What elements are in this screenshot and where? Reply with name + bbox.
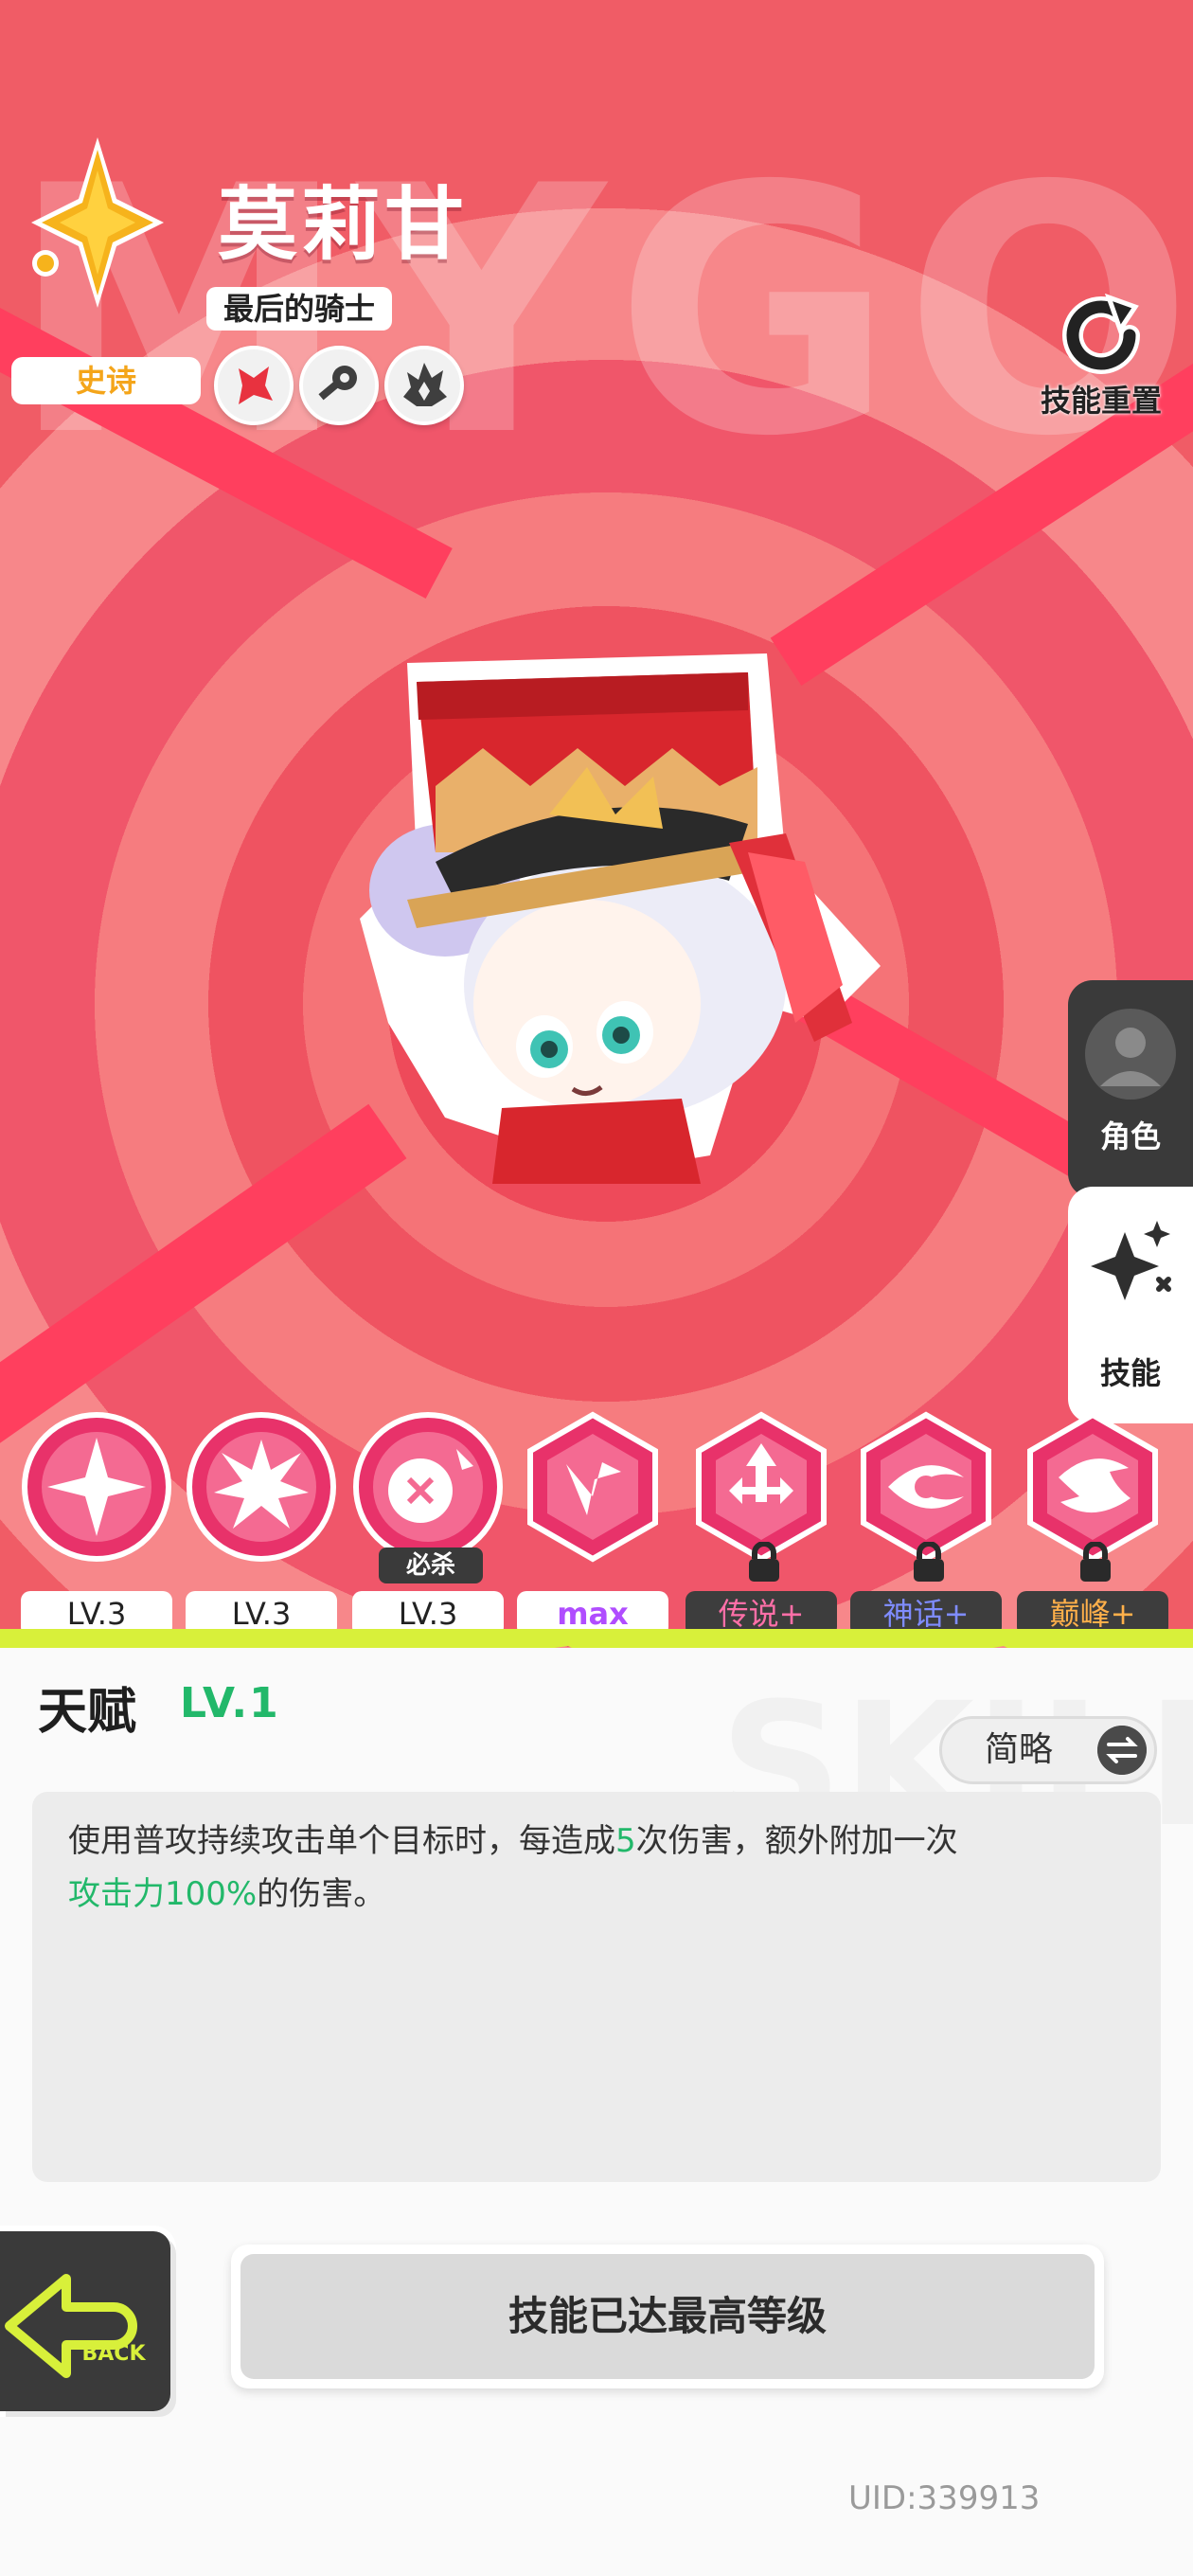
rarity-badge: 史诗 xyxy=(11,357,201,404)
lock-icon xyxy=(914,1542,944,1582)
talent-description-box: 使用普攻持续攻击单个目标时，每造成5次伤害，额外附加一次 攻击力100%的伤害。 xyxy=(32,1792,1161,2182)
skill-reset-label: 技能重置 xyxy=(1040,383,1162,419)
skill-slot-3-icon[interactable] xyxy=(352,1411,504,1563)
swap-icon xyxy=(1097,1726,1147,1775)
skill-screen: MYGOD 莫莉甘 最后的骑士 史诗 技能重置 xyxy=(0,0,1193,2576)
tab-role[interactable]: 角色 xyxy=(1068,980,1193,1198)
skill-slot-5-icon[interactable] xyxy=(686,1411,837,1563)
talent-level: LV.1 xyxy=(180,1679,280,1727)
slash-trait-icon[interactable] xyxy=(214,346,294,425)
talent-title: 天赋 xyxy=(38,1684,137,1741)
skill-slot-1-icon[interactable] xyxy=(21,1411,172,1563)
flame-trait-icon[interactable] xyxy=(384,346,464,425)
skill-slot-7-icon[interactable] xyxy=(1017,1411,1168,1563)
lock-icon xyxy=(1080,1542,1111,1582)
max-level-label: 技能已达最高等级 xyxy=(240,2254,1095,2379)
hero-title-badge: 最后的骑士 xyxy=(206,287,393,331)
sparkle-icon xyxy=(1091,1221,1171,1300)
detail-toggle-label: 简略 xyxy=(985,1730,1054,1769)
side-tab-bar: 角色 技能 xyxy=(1068,980,1193,1423)
max-level-button[interactable]: 技能已达最高等级 xyxy=(231,2245,1104,2388)
tab-skill[interactable]: 技能 xyxy=(1068,1187,1193,1423)
rank-star-icon xyxy=(31,137,164,308)
key-trait-icon[interactable] xyxy=(299,346,379,425)
hero-character-art xyxy=(360,653,881,1184)
ultimate-tag: 必杀 xyxy=(379,1547,483,1583)
detail-toggle[interactable]: 简略 xyxy=(939,1716,1157,1784)
back-button[interactable]: BACK xyxy=(0,2231,170,2411)
skill-slot-4-icon[interactable] xyxy=(517,1411,668,1563)
tab-role-label: 角色 xyxy=(1099,1118,1161,1154)
lock-icon xyxy=(749,1542,779,1582)
avatar-icon xyxy=(1085,1009,1176,1100)
svg-text:BACK: BACK xyxy=(82,2342,147,2366)
back-arrow-icon: BACK xyxy=(5,2274,147,2378)
skill-slot-6-icon[interactable] xyxy=(850,1411,1002,1563)
tab-skill-label: 技能 xyxy=(1099,1355,1161,1391)
skill-reset-button[interactable]: 技能重置 xyxy=(1021,293,1182,421)
talent-description: 使用普攻持续攻击单个目标时，每造成5次伤害，额外附加一次 攻击力100%的伤害。 xyxy=(68,1822,958,1913)
skill-slot-2-icon[interactable] xyxy=(186,1411,337,1563)
user-id: UID:339913 xyxy=(848,2479,1041,2517)
refresh-icon xyxy=(1062,293,1140,374)
hero-name: 莫莉甘 xyxy=(218,178,469,271)
